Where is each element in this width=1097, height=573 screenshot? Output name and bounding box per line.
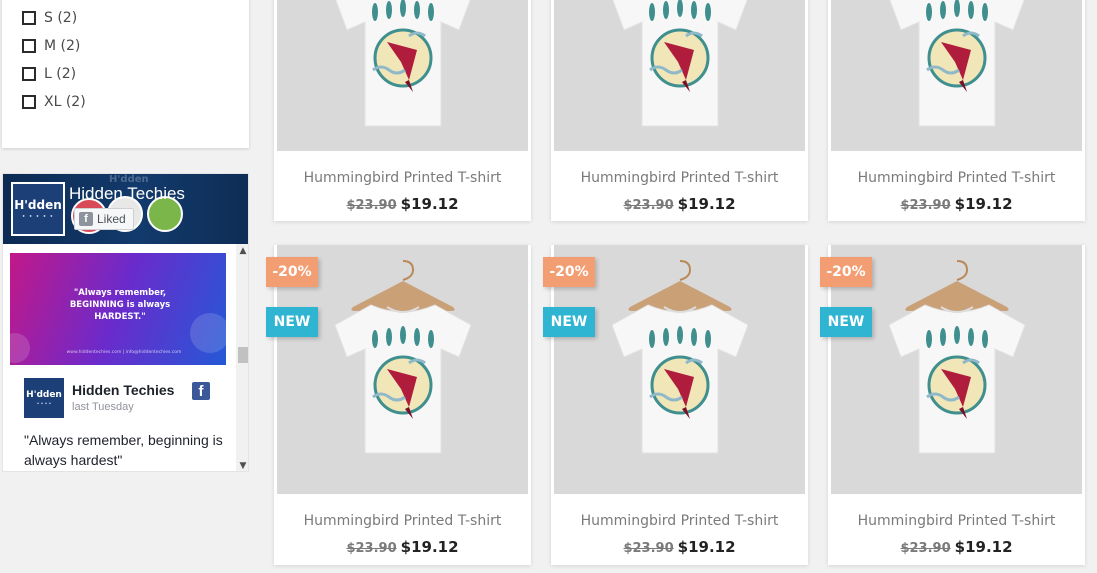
product-card[interactable]: Hummingbird Printed T-shirt $23.90 $19.12	[274, 0, 531, 221]
tshirt-image	[889, 0, 1025, 127]
facebook-logo-icon: f	[192, 382, 210, 400]
liked-button[interactable]: f Liked	[74, 208, 134, 230]
product-price: $23.90 $19.12	[274, 538, 531, 556]
filter-size-xl[interactable]: XL (2)	[22, 88, 86, 116]
regular-price: $23.90	[346, 198, 397, 213]
regular-price: $23.90	[623, 541, 674, 556]
facebook-icon: f	[79, 212, 93, 226]
sale-price: $19.12	[954, 538, 1013, 556]
logo-text: H'dden	[14, 198, 62, 212]
checkbox[interactable]	[22, 95, 36, 109]
size-filter-panel: S (2) M (2) L (2) XL (2)	[2, 0, 249, 148]
post-text: "Always remember, beginning is always ha…	[24, 432, 223, 468]
scroll-thumb[interactable]	[238, 347, 248, 363]
product-name-link[interactable]: Hummingbird Printed T-shirt	[551, 513, 808, 529]
product-price: $23.90 $19.12	[828, 538, 1085, 556]
decoration	[190, 313, 226, 353]
new-badge: NEW	[820, 307, 872, 337]
page-name-link[interactable]: Hidden Techies	[69, 184, 185, 204]
avatar-text: H'dden	[26, 390, 62, 400]
checkbox[interactable]	[22, 39, 36, 53]
product-name-link[interactable]: Hummingbird Printed T-shirt	[274, 170, 531, 186]
product-card[interactable]: -20% NEW Hummingbird Printed T-shirt $23…	[543, 245, 808, 565]
filter-label: S (2)	[44, 10, 78, 26]
sale-price: $19.12	[400, 195, 459, 213]
product-card[interactable]: -20% NEW Hummingbird Printed T-shirt $23…	[266, 245, 531, 565]
filter-label: L (2)	[44, 66, 77, 82]
sale-price: $19.12	[400, 538, 459, 556]
product-price: $23.90 $19.12	[828, 195, 1085, 213]
filter-size-l[interactable]: L (2)	[22, 60, 86, 88]
page-logo[interactable]: H'dden • • • • •	[11, 182, 65, 236]
facebook-scrollbar[interactable]: ▲ ▼	[236, 244, 248, 471]
regular-price: $23.90	[900, 541, 951, 556]
discount-badge: -20%	[543, 257, 595, 287]
product-name-link[interactable]: Hummingbird Printed T-shirt	[274, 513, 531, 529]
filter-label: XL (2)	[44, 94, 86, 110]
product-price: $23.90 $19.12	[551, 538, 808, 556]
sale-price: $19.12	[954, 195, 1013, 213]
facebook-cover[interactable]: H'dden H'dden • • • • • Hidden Techies fL…	[3, 174, 248, 244]
size-filter-list: S (2) M (2) L (2) XL (2)	[22, 4, 86, 116]
discount-badge: -20%	[266, 257, 318, 287]
product-name-link[interactable]: Hummingbird Printed T-shirt	[828, 513, 1085, 529]
regular-price: $23.90	[346, 541, 397, 556]
hanger-icon	[628, 260, 732, 311]
new-badge: NEW	[543, 307, 595, 337]
scroll-up-arrow-icon[interactable]: ▲	[236, 244, 248, 258]
filter-size-s[interactable]: S (2)	[22, 4, 86, 32]
product-image[interactable]	[277, 0, 528, 151]
product-card[interactable]: -20% NEW Hummingbird Printed T-shirt $23…	[820, 245, 1085, 565]
regular-price: $23.90	[900, 198, 951, 213]
product-name-link[interactable]: Hummingbird Printed T-shirt	[828, 170, 1085, 186]
facebook-post: "Always remember, BEGINNING is always HA…	[3, 244, 236, 471]
new-badge: NEW	[266, 307, 318, 337]
hanger-icon	[351, 260, 455, 311]
facebook-page-widget: H'dden H'dden • • • • • Hidden Techies fL…	[2, 173, 249, 472]
checkbox[interactable]	[22, 11, 36, 25]
decoration	[10, 333, 30, 363]
checkbox[interactable]	[22, 67, 36, 81]
liked-label: Liked	[97, 212, 126, 226]
tshirt-image	[612, 0, 748, 127]
post-image-footer: www.hiddentechies.com | info@hiddentechi…	[66, 350, 182, 355]
tshirt-image	[888, 260, 1026, 454]
post-image[interactable]: "Always remember, BEGINNING is always HA…	[10, 253, 226, 365]
post-author-link[interactable]: Hidden Techies	[72, 382, 174, 398]
filter-label: M (2)	[44, 38, 81, 54]
author-avatar[interactable]: H'dden • • • •	[24, 378, 64, 418]
hanger-icon	[905, 260, 1009, 311]
regular-price: $23.90	[623, 198, 674, 213]
product-card[interactable]: Hummingbird Printed T-shirt $23.90 $19.12	[828, 0, 1085, 221]
product-image[interactable]	[554, 0, 805, 151]
filter-size-m[interactable]: M (2)	[22, 32, 86, 60]
discount-badge: -20%	[820, 257, 872, 287]
sale-price: $19.12	[677, 195, 736, 213]
post-image-quote: "Always remember, BEGINNING is always HA…	[69, 288, 171, 322]
product-price: $23.90 $19.12	[274, 195, 531, 213]
post-time[interactable]: last Tuesday	[72, 401, 134, 413]
product-price: $23.90 $19.12	[551, 195, 808, 213]
product-name-link[interactable]: Hummingbird Printed T-shirt	[551, 170, 808, 186]
product-card[interactable]: Hummingbird Printed T-shirt $23.90 $19.12	[551, 0, 808, 221]
tshirt-image	[611, 260, 749, 454]
sale-price: $19.12	[677, 538, 736, 556]
scroll-down-arrow-icon[interactable]: ▼	[236, 459, 248, 471]
tshirt-image	[335, 0, 471, 127]
tshirt-image	[334, 260, 472, 454]
product-image[interactable]	[831, 0, 1082, 151]
